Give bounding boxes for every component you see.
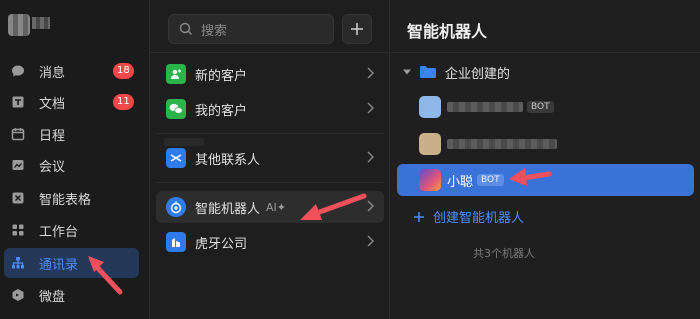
document-icon [11,95,25,109]
contacts-item-smart-robots[interactable]: 智能机器人 AI✦ [156,191,384,223]
nav-label: 微盘 [39,289,66,305]
nav-item-workbench[interactable]: 工作台 [4,215,139,245]
robot-item-selected[interactable]: 小聪 BOT [397,164,694,196]
chevron-right-icon [367,235,374,247]
drive-icon [11,288,25,302]
robot-icon [166,197,186,217]
unread-badge: 18 [113,63,134,79]
nav-item-messages[interactable]: 消息 18 [4,56,139,86]
left-nav: 消息 18 文档 11 日程 会议 智能表格 工作台 通讯录 微盘 [0,0,150,319]
create-robot-label: 创建智能机器人 [433,211,525,226]
folder-enterprise-created[interactable]: 企业创建的 [403,60,510,84]
caret-down-icon [403,69,411,75]
workbench-icon [11,223,25,237]
item-label: 智能机器人 [195,201,261,217]
robot-item[interactable]: BOT [397,91,694,123]
video-icon [11,158,25,172]
nav-label: 通讯录 [39,257,79,273]
divider [156,182,384,183]
chevron-right-icon [367,200,374,212]
contacts-icon [11,256,25,270]
nav-item-calendar[interactable]: 日程 [4,119,139,149]
wechat-icon [166,99,186,119]
calendar-icon [11,127,25,141]
nav-item-docs[interactable]: 文档 11 [4,87,139,117]
user-avatar[interactable] [8,14,30,36]
nav-item-contacts[interactable]: 通讯录 [4,248,139,278]
bot-tag: BOT [527,101,554,113]
ai-tag: AI✦ [266,200,287,214]
robot-avatar [419,169,441,191]
company-icon [166,232,186,252]
chevron-right-icon [367,151,374,163]
robot-list-panel: 智能机器人 企业创建的 BOT 小聪 BOT 创建智能机器人 共3个机器人 [391,0,700,319]
item-label: 其他联系人 [195,152,261,168]
search-placeholder: 搜索 [201,23,228,39]
contacts-item-other[interactable]: 其他联系人 [156,142,384,174]
robot-count: 共3个机器人 [473,247,535,260]
contacts-item-new-customers[interactable]: 新的客户 [156,58,384,90]
nav-label: 工作台 [39,224,79,240]
unread-badge: 11 [113,94,134,110]
robot-name-blurred [447,102,523,112]
divider [150,52,390,53]
nav-label: 消息 [39,65,66,81]
page-title: 智能机器人 [407,22,488,41]
nav-item-smart-table[interactable]: 智能表格 [4,183,139,213]
folder-icon [420,66,436,78]
contacts-panel: 搜索 新的客户 我的客户 其他联系人 智能机器人 AI✦ 虎牙公司 [150,0,390,319]
plus-icon [351,23,363,35]
contacts-item-my-customers[interactable]: 我的客户 [156,93,384,125]
nav-label: 文档 [39,96,66,112]
new-customer-icon [166,64,186,84]
robot-avatar [419,96,441,118]
divider [391,52,700,53]
robot-name-blurred [447,139,557,149]
search-input[interactable]: 搜索 [168,14,334,44]
nav-label: 会议 [39,159,66,175]
robot-item[interactable] [397,128,694,160]
nav-label: 日程 [39,128,66,144]
add-button[interactable] [342,14,372,44]
chevron-right-icon [367,102,374,114]
robot-name: 小聪 [447,174,474,190]
bot-tag: BOT [477,174,504,186]
robot-avatar [419,133,441,155]
item-label: 虎牙公司 [195,236,248,252]
chat-bubble-icon [11,64,25,78]
divider [156,133,384,134]
item-label: 新的客户 [195,68,248,84]
contacts-item-company[interactable]: 虎牙公司 [156,226,384,258]
other-contacts-icon [166,148,186,168]
nav-label: 智能表格 [39,192,92,208]
user-name-blurred [32,17,50,29]
folder-label: 企业创建的 [445,66,511,82]
item-label: 我的客户 [195,103,248,119]
plus-icon [414,211,424,222]
create-robot-link[interactable]: 创建智能机器人 [413,207,524,226]
nav-item-drive[interactable]: 微盘 [4,280,139,310]
chevron-right-icon [367,67,374,79]
search-icon [179,22,192,35]
smart-table-icon [11,191,25,205]
nav-item-meeting[interactable]: 会议 [4,150,139,180]
